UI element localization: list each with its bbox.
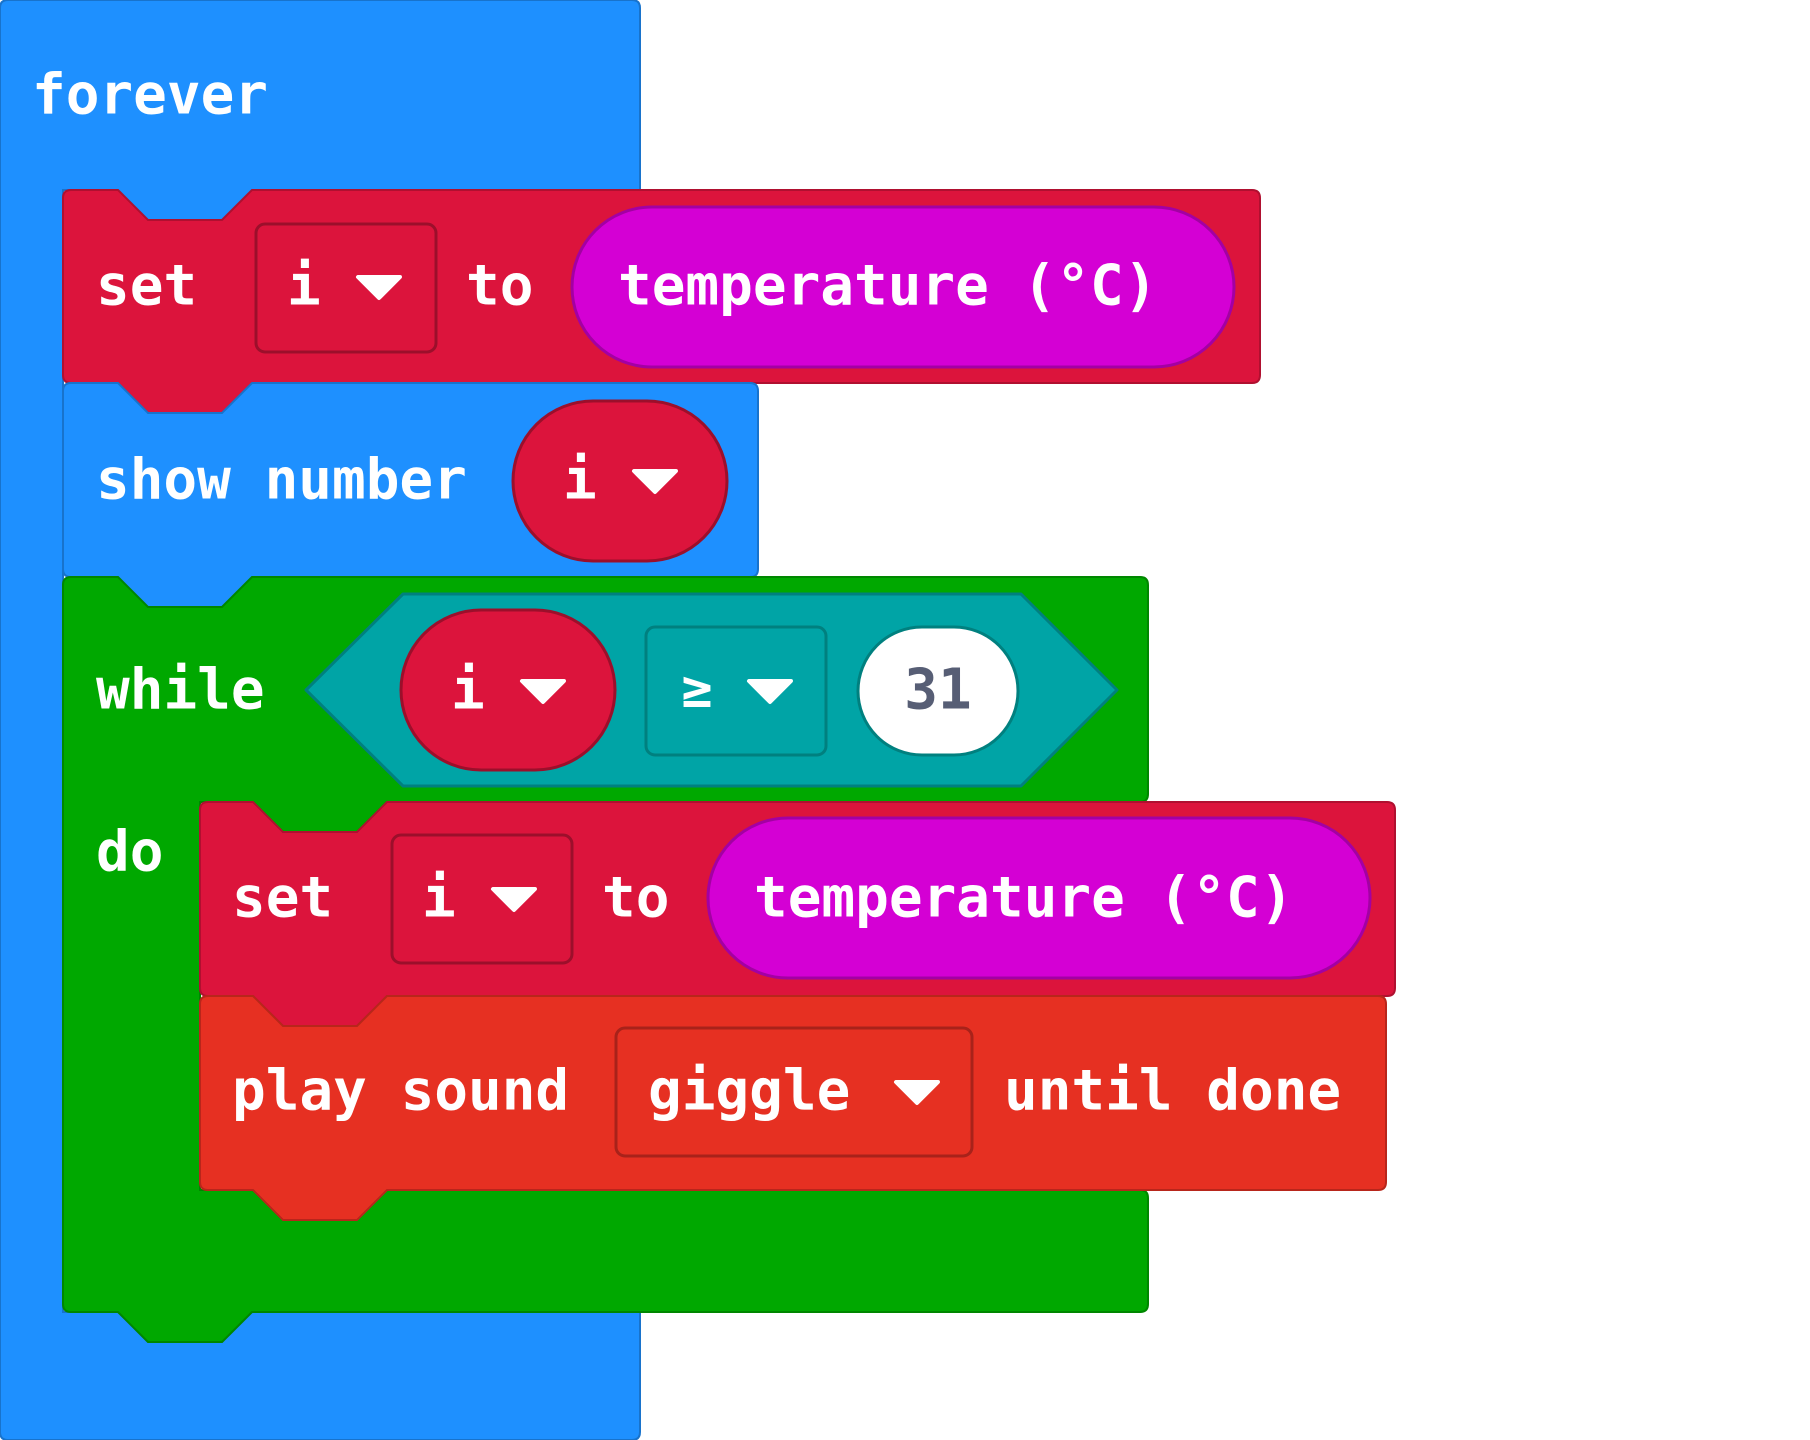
- inner-set-label: set: [232, 866, 333, 931]
- left-variable-reporter-value: i: [451, 658, 485, 723]
- play-sound-label: play sound: [232, 1059, 569, 1124]
- inner-set-variable-block[interactable]: set i to temperature (°C): [199, 801, 1396, 1027]
- temperature-reporter[interactable]: temperature (°C): [570, 205, 1236, 369]
- set-variable-block[interactable]: set i to temperature (°C): [62, 189, 1261, 414]
- variable-dropdown-value: i: [287, 254, 321, 319]
- variable-reporter-body[interactable]: [511, 399, 729, 563]
- to-label: to: [466, 254, 533, 319]
- sound-dropdown[interactable]: giggle: [614, 1026, 974, 1158]
- comparison-condition[interactable]: i ≥ 31: [304, 592, 1119, 788]
- operator-dropdown-value: ≥: [681, 660, 712, 720]
- inner-variable-dropdown-value: i: [422, 866, 456, 931]
- variable-reporter-value: i: [563, 448, 597, 513]
- temperature-reporter-label: temperature (°C): [618, 254, 1157, 319]
- inner-temperature-reporter[interactable]: temperature (°C): [706, 816, 1372, 980]
- set-label: set: [96, 254, 197, 319]
- inner-variable-dropdown-field[interactable]: [390, 833, 574, 965]
- left-variable-reporter[interactable]: i: [399, 608, 617, 772]
- number-input[interactable]: 31: [856, 625, 1020, 757]
- variable-dropdown-field[interactable]: [254, 222, 438, 354]
- play-sound-block[interactable]: play sound giggle until done: [199, 995, 1387, 1221]
- inner-temperature-reporter-label: temperature (°C): [754, 866, 1293, 931]
- until-done-label: until done: [1004, 1059, 1341, 1124]
- sound-dropdown-value: giggle: [648, 1059, 850, 1124]
- operator-dropdown-field[interactable]: [644, 625, 828, 757]
- while-label: while: [96, 658, 265, 723]
- number-input-value: 31: [904, 658, 971, 723]
- inner-to-label: to: [602, 866, 669, 931]
- forever-label: forever: [32, 63, 268, 128]
- show-number-label: show number: [96, 448, 467, 513]
- do-label: do: [96, 820, 163, 885]
- inner-variable-dropdown[interactable]: i: [390, 833, 574, 965]
- variable-dropdown[interactable]: i: [254, 222, 438, 354]
- show-number-block[interactable]: show number i: [62, 382, 759, 608]
- left-variable-reporter-body[interactable]: [399, 608, 617, 772]
- variable-reporter[interactable]: i: [511, 399, 729, 563]
- blocks-workspace: forever set i to temperature (°C) show n…: [0, 0, 1396, 1440]
- operator-dropdown[interactable]: ≥: [644, 625, 828, 757]
